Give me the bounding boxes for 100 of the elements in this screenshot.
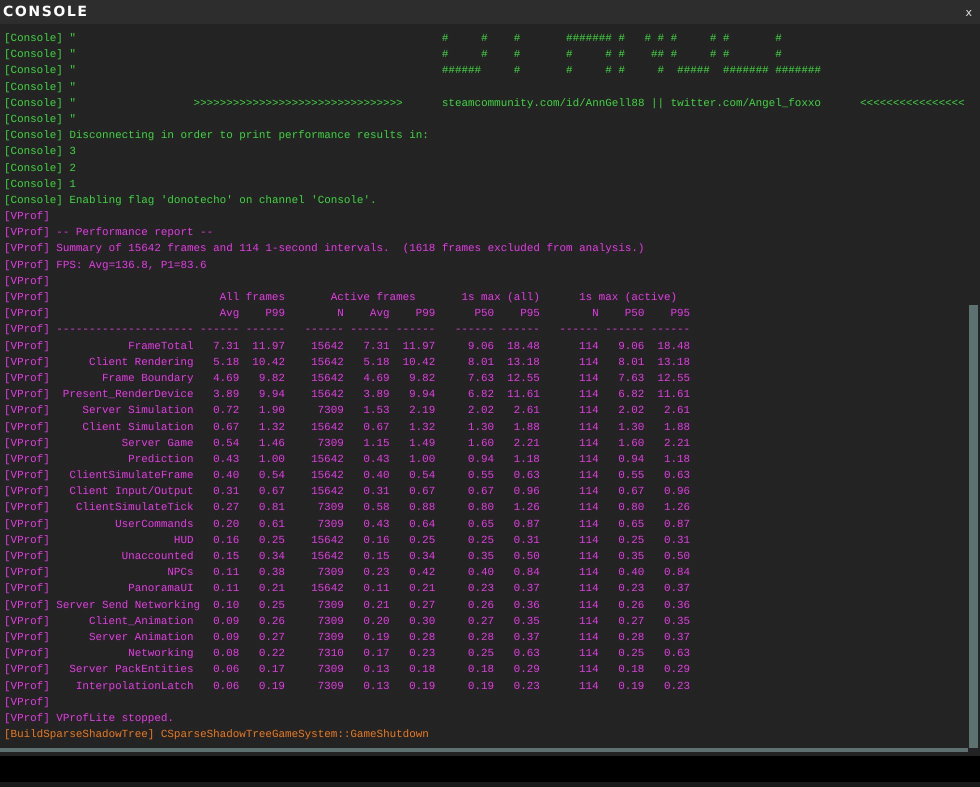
table-cell: 0.30: [409, 616, 436, 628]
table-cell: 0.55: [618, 470, 644, 482]
table-cell: 0.84: [664, 567, 690, 580]
channel-tag: [VProf]: [4, 614, 50, 630]
channel-tag: [VProf]: [4, 370, 50, 388]
table-cell: 0.20: [363, 616, 390, 628]
column-header: N: [592, 308, 599, 320]
channel-tag: [Console]: [4, 96, 63, 112]
column-header: P50: [474, 308, 494, 320]
table-cell: 9.94: [409, 389, 436, 402]
table-cell: ClientSimulateTick: [76, 502, 194, 514]
channel-tag: [Console]: [4, 128, 63, 144]
table-cell: Server Game: [122, 438, 194, 450]
table-cell: 15642: [311, 583, 344, 596]
table-cell: 18.48: [507, 340, 540, 353]
log-text: " >>>>>>>>>>>>>>>>>>>>>>>>>>>>>>>> steamcommunity.com/id/AnnGell88 || twitter.com/Angel_foxxo <<<<<<<<<<<<<<<<: [69, 96, 965, 112]
table-cell: 0.61: [258, 518, 285, 531]
table-cell: 114: [579, 600, 599, 612]
table-cell: 0.65: [468, 518, 494, 531]
channel-tag: [Console]: [4, 160, 63, 177]
table-cell: 114: [579, 486, 599, 498]
table-cell: 0.25: [468, 648, 494, 660]
log-text: 3: [69, 145, 76, 160]
table-cell: 0.36: [514, 600, 540, 612]
table-cell: 0.40: [363, 470, 390, 482]
table-cell: 114: [579, 438, 599, 450]
close-button[interactable]: x: [965, 6, 972, 18]
horizontal-scrollbar-thumb[interactable]: [0, 748, 968, 752]
log-text: FPS: Avg=136.8, P1=83.6: [56, 258, 207, 274]
table-cell: 0.16: [363, 534, 390, 547]
table-cell: 0.67: [363, 422, 390, 434]
table-cell: 0.25: [409, 534, 436, 547]
table-cell: 114: [579, 648, 599, 660]
table-cell: 0.25: [468, 534, 494, 547]
table-cell: 0.40: [213, 470, 240, 482]
channel-tag: [VProf]: [4, 598, 50, 614]
table-cell: 15642: [311, 356, 344, 369]
table-cell: 0.25: [258, 600, 285, 612]
table-cell: Unaccounted: [122, 551, 194, 563]
table-cell: 3.89: [213, 389, 240, 402]
channel-tag: [VProf]: [4, 354, 50, 371]
table-cell: 114: [579, 470, 599, 482]
table-cell: ------: [559, 324, 599, 336]
table-cell: 4.69: [213, 372, 240, 385]
table-cell: 0.67: [468, 486, 494, 498]
table-cell: 0.21: [409, 583, 436, 596]
table-cell: Client_Animation: [88, 616, 194, 628]
channel-tag: [VProf]: [4, 468, 50, 484]
log-text: 2: [69, 162, 76, 176]
channel-tag: [VProf]: [4, 500, 50, 517]
table-cell: 15642: [311, 470, 344, 482]
channel-tag: [VProf]: [4, 484, 50, 500]
table-cell: 9.06: [468, 340, 494, 353]
table-cell: Client Input/Output: [69, 486, 194, 498]
table-cell: Present_RenderDevice: [62, 389, 194, 402]
table-cell: 0.06: [213, 664, 240, 676]
table-cell: 0.25: [618, 534, 644, 547]
table-cell: 0.35: [664, 616, 690, 628]
table-cell: 0.27: [213, 502, 240, 514]
table-cell: 3.89: [363, 389, 390, 402]
table-cell: 0.09: [213, 616, 240, 628]
table-cell: 114: [579, 680, 599, 692]
table-cell: 7309: [318, 680, 344, 692]
table-cell: ------: [304, 324, 344, 336]
table-cell: 0.31: [213, 486, 240, 498]
column-header: N: [337, 308, 344, 320]
table-cell: 2.21: [514, 438, 540, 450]
table-cell: 1.18: [514, 454, 540, 466]
log-text: 1: [69, 178, 76, 193]
table-cell: 0.19: [468, 680, 494, 692]
table-cell: 0.11: [363, 583, 390, 596]
table-cell: 114: [579, 518, 599, 531]
table-cell: 15642: [311, 551, 344, 563]
table-cell: 1.60: [468, 438, 494, 450]
table-cell: 0.27: [258, 632, 285, 644]
table-cell: 0.88: [409, 502, 436, 514]
command-input-field[interactable]: [0, 756, 980, 782]
table-cell: 0.96: [514, 486, 540, 498]
table-cell: 2.02: [618, 405, 644, 418]
table-cell: 0.34: [258, 551, 285, 563]
table-cell: 0.94: [468, 454, 494, 466]
channel-tag: [VProf]: [4, 532, 50, 549]
table-cell: 114: [579, 454, 599, 466]
table-cell: 15642: [311, 372, 344, 385]
table-cell: 114: [579, 551, 599, 563]
table-cell: 7.63: [468, 372, 494, 385]
log-text: " # # # # # # ## # # # #: [69, 48, 782, 64]
table-cell: 114: [579, 534, 599, 547]
table-cell: 7.63: [618, 372, 644, 385]
table-cell: 0.40: [618, 567, 644, 580]
column-group-header: All frames: [220, 292, 285, 304]
table-cell: 0.58: [363, 502, 390, 514]
column-group-header: 1s max (all): [461, 292, 540, 304]
table-cell: Server PackEntities: [69, 664, 194, 676]
table-cell: ------: [650, 324, 690, 336]
table-cell: 12.55: [507, 372, 540, 385]
table-cell: 0.23: [409, 648, 436, 660]
table-cell: 0.17: [363, 648, 390, 660]
table-cell: 1.18: [664, 454, 690, 466]
scrollbar-thumb[interactable]: [969, 305, 978, 748]
